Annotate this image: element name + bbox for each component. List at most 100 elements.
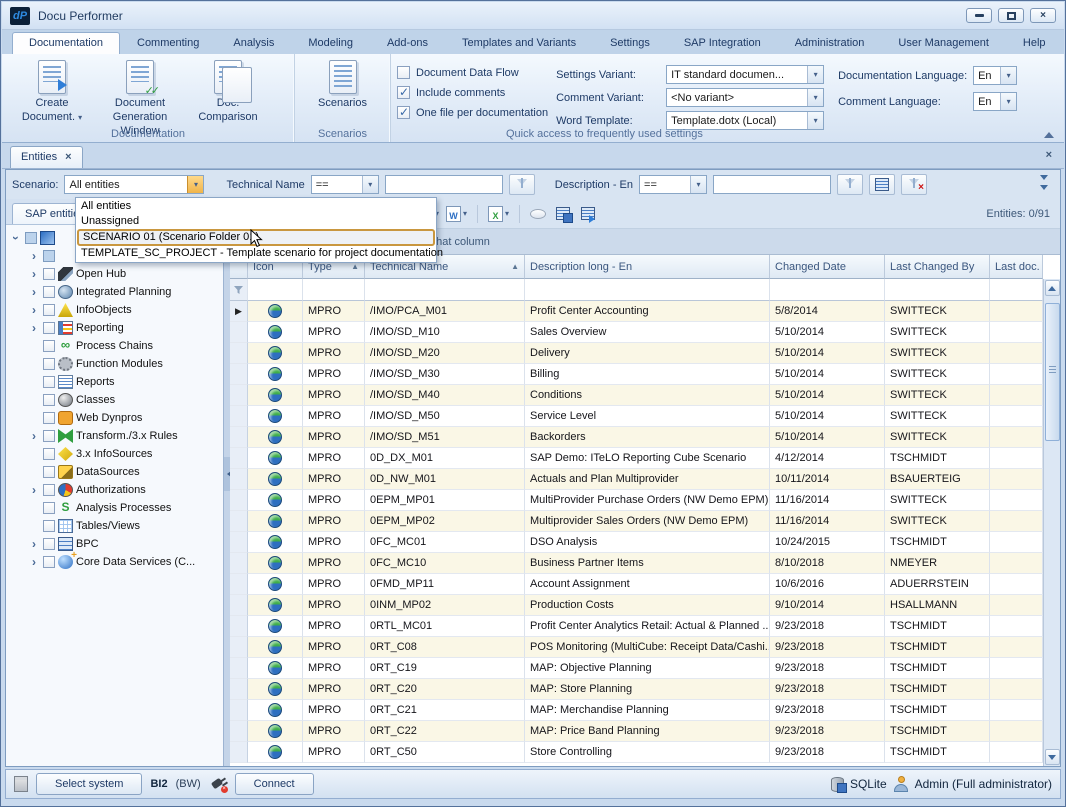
menu-tab-commenting[interactable]: Commenting: [120, 32, 216, 54]
tree-item[interactable]: Reports: [6, 373, 223, 391]
chevron-down-icon[interactable]: ▾: [1000, 93, 1016, 110]
table-row[interactable]: MPRO 0RT_C20 MAP: Store Planning 9/23/20…: [230, 679, 1043, 700]
table-row[interactable]: MPRO 0RT_C21 MAP: Merchandise Planning 9…: [230, 700, 1043, 721]
table-row[interactable]: MPRO 0FC_MC01 DSO Analysis 10/24/2015 TS…: [230, 532, 1043, 553]
ribbon-field-combo[interactable]: <No variant>▾: [666, 88, 824, 107]
table-row[interactable]: MPRO 0FMD_MP11 Account Assignment 10/6/2…: [230, 574, 1043, 595]
table-row[interactable]: MPRO /IMO/SD_M10 Sales Overview 5/10/201…: [230, 322, 1043, 343]
table-row[interactable]: MPRO 0RT_C50 Store Controlling 9/23/2018…: [230, 742, 1043, 763]
expander-icon[interactable]: ›: [28, 322, 40, 334]
tree-item[interactable]: S Analysis Processes: [6, 499, 223, 517]
menu-tab-help[interactable]: Help: [1006, 32, 1063, 54]
tree-checkbox[interactable]: [43, 484, 55, 496]
export-excel-button[interactable]: X▾: [486, 203, 511, 225]
menu-tab-templates-and-variants[interactable]: Templates and Variants: [445, 32, 593, 54]
expander-icon[interactable]: ›: [28, 556, 40, 568]
ribbon-checkbox[interactable]: One file per documentation: [397, 106, 548, 119]
dropdown-item[interactable]: All entities: [77, 199, 435, 214]
minimize-button[interactable]: [966, 8, 992, 23]
expander-icon[interactable]: ›: [28, 430, 40, 442]
chevron-down-icon[interactable]: ▾: [690, 176, 706, 193]
expander-icon[interactable]: ›: [28, 538, 40, 550]
expand-filters-icon[interactable]: [1040, 174, 1048, 195]
tree-checkbox[interactable]: [43, 340, 55, 352]
column-header-changed-date[interactable]: Changed Date: [770, 255, 885, 279]
vertical-scrollbar[interactable]: [1043, 279, 1060, 766]
doc-comparison-button[interactable]: Doc. Comparison: [184, 58, 272, 127]
menu-tab-documentation[interactable]: Documentation: [12, 32, 120, 54]
tree-checkbox[interactable]: [43, 376, 55, 388]
chevron-down-icon[interactable]: ▾: [807, 89, 823, 106]
ribbon-checkbox[interactable]: Include comments: [397, 86, 548, 99]
auto-filter-cell[interactable]: [525, 279, 770, 301]
document-area-close-icon[interactable]: ×: [1046, 150, 1052, 161]
table-row[interactable]: MPRO 0RTL_MC01 Profit Center Analytics R…: [230, 616, 1043, 637]
database-label[interactable]: SQLite: [850, 777, 887, 791]
expander-icon[interactable]: ›: [10, 232, 22, 244]
tree-checkbox[interactable]: [43, 268, 55, 280]
tree-checkbox[interactable]: [43, 466, 55, 478]
table-row[interactable]: MPRO 0EPM_MP01 MultiProvider Purchase Or…: [230, 490, 1043, 511]
tree-item[interactable]: › InfoObjects: [6, 301, 223, 319]
tree-checkbox[interactable]: [43, 448, 55, 460]
tree-item[interactable]: › Authorizations: [6, 481, 223, 499]
export-word-button[interactable]: W▾: [444, 203, 469, 225]
scroll-up-icon[interactable]: [1045, 280, 1060, 296]
table-row[interactable]: MPRO 0D_DX_M01 SAP Demo: ITeLO Reporting…: [230, 448, 1043, 469]
filter-editor-button[interactable]: [869, 174, 895, 195]
ribbon-language-combo[interactable]: En▾: [973, 66, 1017, 85]
expander-icon[interactable]: ›: [28, 250, 40, 262]
menu-tab-sap-integration[interactable]: SAP Integration: [667, 32, 778, 54]
save-layout-button[interactable]: [553, 203, 573, 225]
tree-item[interactable]: › BPC: [6, 535, 223, 553]
tree-checkbox[interactable]: [43, 304, 55, 316]
current-user-label[interactable]: Admin (Full administrator): [915, 777, 1052, 791]
table-row[interactable]: MPRO 0RT_C22 MAP: Price Band Planning 9/…: [230, 721, 1043, 742]
tree-checkbox[interactable]: [43, 412, 55, 424]
tree-item[interactable]: › Core Data Services (C...: [6, 553, 223, 571]
tree-item[interactable]: Classes: [6, 391, 223, 409]
dropdown-item[interactable]: Unassigned: [77, 214, 435, 229]
restore-button[interactable]: [998, 8, 1024, 23]
tree-checkbox[interactable]: [43, 502, 55, 514]
checkbox-icon[interactable]: [397, 106, 410, 119]
scroll-down-icon[interactable]: [1045, 749, 1060, 765]
ribbon-language-combo[interactable]: En▾: [973, 92, 1017, 111]
comment-button[interactable]: [528, 203, 548, 225]
column-header-last-changed-by[interactable]: Last Changed By: [885, 255, 990, 279]
description-operator-combo[interactable]: == ▾: [639, 175, 707, 194]
table-row[interactable]: MPRO /IMO/SD_M50 Service Level 5/10/2014…: [230, 406, 1043, 427]
column-header-description-long-en[interactable]: Description long - En: [525, 255, 770, 279]
table-row[interactable]: MPRO /IMO/SD_M30 Billing 5/10/2014 SWITT…: [230, 364, 1043, 385]
table-row[interactable]: MPRO /IMO/SD_M20 Delivery 5/10/2014 SWIT…: [230, 343, 1043, 364]
technical-name-operator-combo[interactable]: == ▾: [311, 175, 379, 194]
select-system-button[interactable]: Select system: [36, 773, 142, 795]
menu-tab-modeling[interactable]: Modeling: [291, 32, 370, 54]
table-row[interactable]: MPRO 0RT_C08 POS Monitoring (MultiCube: …: [230, 637, 1043, 658]
checkbox-icon[interactable]: [397, 86, 410, 99]
description-filter-input[interactable]: [713, 175, 831, 194]
chevron-down-icon[interactable]: ▾: [187, 176, 203, 193]
scrollbar-thumb[interactable]: [1045, 303, 1060, 441]
table-row[interactable]: MPRO 0FC_MC10 Business Partner Items 8/1…: [230, 553, 1043, 574]
table-row[interactable]: MPRO /IMO/SD_M51 Backorders 5/10/2014 SW…: [230, 427, 1043, 448]
clear-filter-button[interactable]: ×: [901, 174, 927, 195]
tree-checkbox[interactable]: [43, 394, 55, 406]
auto-filter-cell[interactable]: [990, 279, 1043, 301]
expander-icon[interactable]: ›: [28, 304, 40, 316]
tree-checkbox[interactable]: [43, 430, 55, 442]
table-row[interactable]: MPRO 0INM_MP02 Production Costs 9/10/201…: [230, 595, 1043, 616]
tree-item[interactable]: 3.x InfoSources: [6, 445, 223, 463]
tree-checkbox[interactable]: [43, 556, 55, 568]
tree-item[interactable]: › Transform./3.x Rules: [6, 427, 223, 445]
menu-tab-analysis[interactable]: Analysis: [216, 32, 291, 54]
tree-checkbox[interactable]: [43, 250, 55, 262]
tree-item[interactable]: › Open Hub: [6, 265, 223, 283]
auto-filter-cell[interactable]: [365, 279, 525, 301]
ribbon-field-combo[interactable]: IT standard documen...▾: [666, 65, 824, 84]
description-filter-button[interactable]: [837, 174, 863, 195]
tree-checkbox[interactable]: [43, 322, 55, 334]
tree-item[interactable]: Function Modules: [6, 355, 223, 373]
auto-filter-cell[interactable]: [885, 279, 990, 301]
auto-filter-cell[interactable]: [248, 279, 303, 301]
